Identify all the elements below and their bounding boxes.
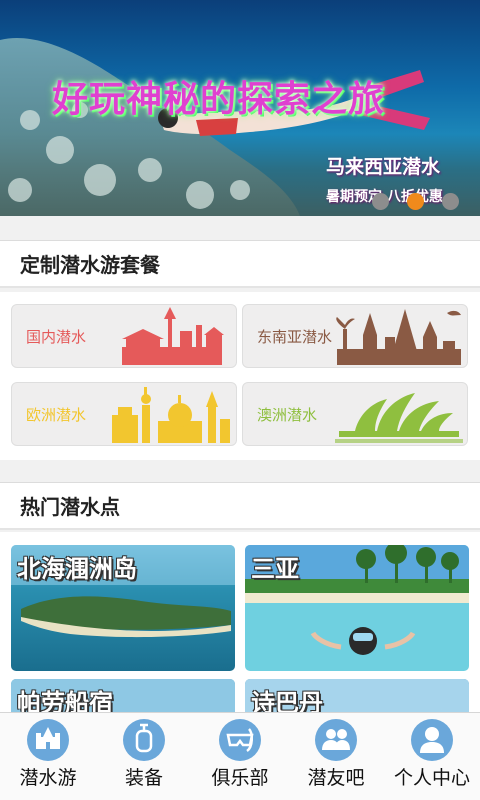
sydney-opera-house-icon bbox=[335, 393, 463, 443]
tab-profile[interactable]: 个人中心 bbox=[384, 713, 480, 800]
tab-dive-friends[interactable]: 潜友吧 bbox=[288, 713, 384, 800]
tab-label: 潜友吧 bbox=[307, 767, 365, 789]
spot-label: 帕劳船宿 bbox=[17, 688, 113, 712]
package-label: 澳洲潜水 bbox=[257, 406, 318, 424]
package-southeast-asia[interactable]: 东南亚潜水 bbox=[242, 304, 468, 368]
tab-label: 俱乐部 bbox=[211, 767, 269, 789]
carousel-dot[interactable] bbox=[442, 193, 459, 210]
castle-icon bbox=[27, 719, 69, 761]
southeast-asia-temple-icon bbox=[336, 309, 461, 365]
spot-label: 诗巴丹 bbox=[251, 688, 323, 712]
app-screen: 好玩神秘的探索之旅 马来西亚潜水 暑期预定 八折优惠 定制潜水游套餐 国内潜水 bbox=[0, 0, 480, 800]
spot-card-sanya[interactable]: 三亚 bbox=[245, 545, 469, 671]
spot-label: 三亚 bbox=[251, 554, 299, 583]
spot-card-weizhou[interactable]: 北海涠洲岛 bbox=[11, 545, 235, 671]
tab-dive-travel[interactable]: 潜水游 bbox=[0, 713, 96, 800]
hot-spots-section-header: 热门潜水点 bbox=[0, 482, 480, 530]
china-landmarks-icon bbox=[122, 307, 224, 365]
section-title-packages: 定制潜水游套餐 bbox=[0, 240, 480, 288]
package-label: 国内潜水 bbox=[26, 328, 87, 346]
package-domestic[interactable]: 国内潜水 bbox=[11, 304, 237, 368]
banner-subtitle: 马来西亚潜水 bbox=[326, 156, 441, 178]
carousel-indicator[interactable] bbox=[372, 193, 459, 210]
carousel-dot[interactable] bbox=[372, 193, 389, 210]
spot-card-palau[interactable]: 帕劳船宿 bbox=[11, 679, 235, 712]
package-label: 东南亚潜水 bbox=[257, 328, 333, 346]
bottom-tab-bar: 潜水游 装备 俱乐部 潜友吧 个人中心 bbox=[0, 712, 480, 800]
spot-card-sipadan[interactable]: 诗巴丹 bbox=[245, 679, 469, 712]
diving-mask-icon bbox=[219, 719, 261, 761]
package-australia[interactable]: 澳洲潜水 bbox=[242, 382, 468, 446]
person-icon bbox=[411, 719, 453, 761]
carousel-dot-active[interactable] bbox=[407, 193, 424, 210]
package-label: 欧洲潜水 bbox=[26, 406, 87, 424]
oxygen-tank-icon bbox=[123, 719, 165, 761]
friends-icon bbox=[315, 719, 357, 761]
spot-label: 北海涠洲岛 bbox=[17, 554, 137, 583]
promo-banner[interactable]: 好玩神秘的探索之旅 马来西亚潜水 暑期预定 八折优惠 bbox=[0, 0, 480, 216]
tab-club[interactable]: 俱乐部 bbox=[192, 713, 288, 800]
package-europe[interactable]: 欧洲潜水 bbox=[11, 382, 237, 446]
europe-landmarks-icon bbox=[112, 387, 230, 443]
tab-label: 装备 bbox=[124, 767, 163, 789]
section-title-hot-spots: 热门潜水点 bbox=[0, 482, 480, 530]
tab-label: 潜水游 bbox=[19, 767, 77, 789]
tab-equipment[interactable]: 装备 bbox=[96, 713, 192, 800]
hot-spots-grid: 北海涠洲岛 三亚 帕劳船宿 诗巴丹 bbox=[0, 532, 480, 712]
banner-headline: 好玩神秘的探索之旅 bbox=[52, 79, 386, 120]
packages-grid: 国内潜水 东南亚潜水 欧洲潜水 澳洲潜水 bbox=[0, 292, 480, 460]
tab-label: 个人中心 bbox=[393, 767, 470, 789]
packages-section-header: 定制潜水游套餐 bbox=[0, 240, 480, 288]
